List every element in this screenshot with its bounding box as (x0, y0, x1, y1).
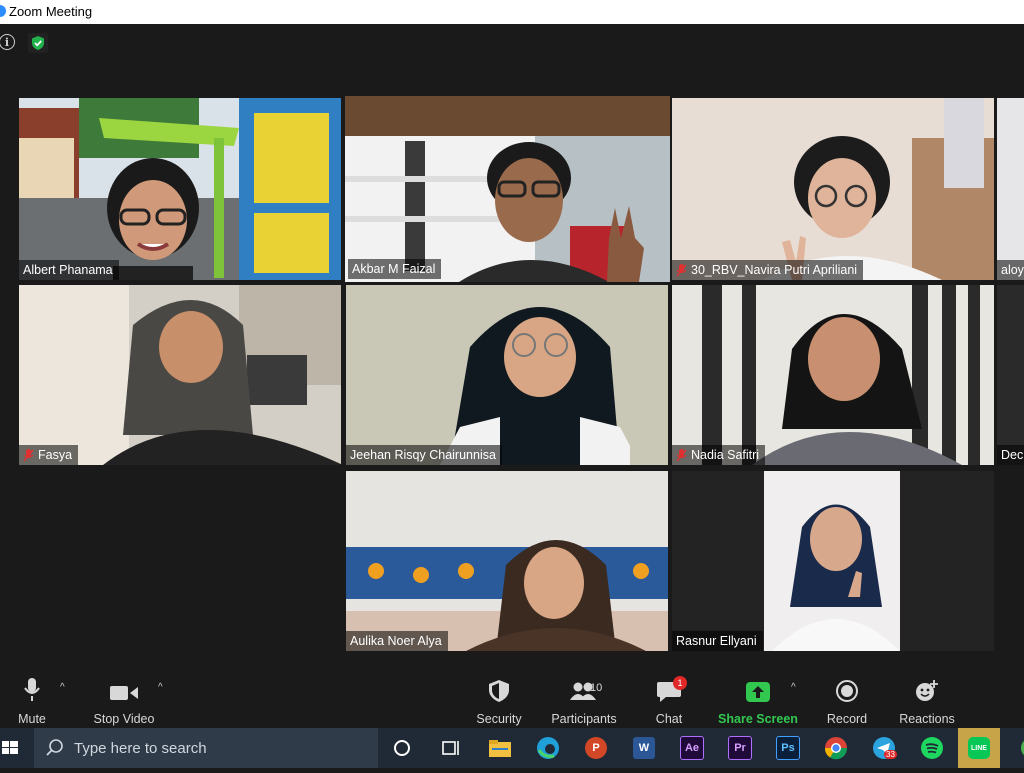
windows-start-button[interactable] (0, 728, 30, 768)
participant-video (466, 525, 646, 651)
participants-icon (544, 678, 624, 702)
participants-count: 10 (590, 682, 603, 694)
participant-name-tag: Aulika Noer Alya (346, 631, 448, 651)
participant-name-tag: aloy (997, 260, 1024, 280)
shield-check-icon[interactable] (28, 33, 48, 53)
stop-video-button[interactable]: Stop Video (84, 678, 164, 726)
line-messenger-icon[interactable]: LINE (965, 734, 993, 762)
share-screen-button[interactable]: Share Screen (718, 678, 798, 726)
spotify-icon[interactable] (918, 734, 946, 762)
participant-name-tag: Rasnur Ellyani (672, 631, 763, 651)
participant-video (439, 138, 669, 282)
participant-name: Aulika Noer Alya (350, 634, 442, 648)
video-camera-icon (84, 678, 164, 702)
search-icon (46, 739, 63, 756)
edge-browser-icon[interactable] (534, 734, 562, 762)
video-tile[interactable]: Albert Phanama (19, 98, 341, 280)
video-tile[interactable]: 30_RBV_Navira Putri Apriliani (672, 98, 994, 280)
chat-unread-badge: 1 (673, 676, 687, 690)
participants-label: Participants (551, 712, 617, 726)
video-tile[interactable]: Fasya (19, 285, 341, 465)
video-background (997, 98, 1024, 280)
cortana-icon[interactable] (388, 734, 416, 762)
mute-options-chevron-up-icon[interactable]: ^ (60, 682, 65, 693)
participant-video (772, 487, 900, 651)
participant-name: Rasnur Ellyani (676, 634, 757, 648)
participant-video (752, 289, 972, 465)
word-icon[interactable]: W (630, 734, 658, 762)
muted-mic-icon (23, 448, 34, 461)
participant-name-tag: 30_RBV_Navira Putri Apriliani (672, 260, 864, 280)
telegram-icon[interactable]: 33 (870, 734, 898, 762)
security-shield-icon (459, 678, 539, 702)
windows-taskbar: Type here to search P W Ae Pr Ps 33 LINE (0, 728, 1024, 768)
participant-name: Dec (1001, 448, 1024, 462)
security-button[interactable]: Security (459, 678, 539, 726)
window-title: Zoom Meeting (9, 4, 93, 19)
video-tile[interactable]: Dec (997, 285, 1024, 465)
muted-mic-icon (676, 448, 687, 461)
video-tile-active-speaker[interactable]: Akbar M Faizal (345, 96, 670, 282)
participant-name: Akbar M Faizal (352, 262, 436, 276)
share-screen-arrow-up-icon (718, 678, 798, 702)
participant-name-tag: Nadia Safitri (672, 445, 766, 465)
participant-name: Jeehan Risqy Chairunnisa (350, 448, 496, 462)
reactions-label: Reactions (899, 712, 955, 726)
telegram-unread-badge: 33 (884, 750, 897, 759)
share-options-chevron-up-icon[interactable]: ^ (791, 682, 796, 693)
taskbar-search-box[interactable]: Type here to search (34, 728, 378, 768)
chrome-icon[interactable] (822, 734, 850, 762)
video-tile[interactable]: aloy (997, 98, 1024, 280)
photoshop-icon[interactable]: Ps (774, 734, 802, 762)
chat-label: Chat (655, 712, 683, 726)
participant-video (103, 158, 213, 280)
participant-name: 30_RBV_Navira Putri Apriliani (691, 263, 858, 277)
record-icon (807, 678, 887, 702)
reactions-button[interactable]: Reactions (887, 678, 967, 726)
security-label: Security (476, 712, 522, 726)
stop-video-label: Stop Video (93, 712, 155, 726)
participant-name: Albert Phanama (23, 263, 113, 277)
participant-video (430, 287, 640, 465)
participant-name-tag: Fasya (19, 445, 79, 465)
smiley-plus-icon (887, 678, 967, 702)
participant-name-tag: Akbar M Faizal (348, 259, 442, 279)
window-titlebar: Zoom Meeting (0, 0, 1024, 24)
premiere-pro-icon[interactable]: Pr (726, 734, 754, 762)
video-options-chevron-up-icon[interactable]: ^ (158, 682, 163, 693)
file-explorer-icon[interactable] (486, 734, 514, 762)
record-label: Record (826, 712, 868, 726)
participant-name-tag: Albert Phanama (19, 260, 119, 280)
participant-name: Fasya (38, 448, 73, 462)
video-tile[interactable]: Rasnur Ellyani (672, 471, 994, 651)
video-tile[interactable]: Nadia Safitri (672, 285, 994, 465)
powerpoint-icon[interactable]: P (582, 734, 610, 762)
chat-bubble-icon (629, 678, 709, 702)
zoom-logo-icon (0, 5, 6, 17)
search-placeholder: Type here to search (74, 739, 207, 757)
record-button[interactable]: Record (807, 678, 887, 726)
participant-name-tag: Jeehan Risqy Chairunnisa (346, 445, 502, 465)
share-screen-label: Share Screen (718, 712, 798, 726)
after-effects-icon[interactable]: Ae (678, 734, 706, 762)
participant-name: Nadia Safitri (691, 448, 760, 462)
video-tile[interactable]: Aulika Noer Alya (346, 471, 668, 651)
mute-label: Mute (18, 712, 46, 726)
info-icon[interactable]: i (0, 34, 15, 50)
green-app-icon[interactable] (1012, 734, 1024, 762)
video-background (997, 285, 1024, 465)
video-tile[interactable]: Jeehan Risqy Chairunnisa (346, 285, 668, 465)
participants-button[interactable]: 10 Participants (544, 678, 624, 726)
meeting-toolbar: Mute ^ Stop Video ^ Security 10 Particip… (0, 668, 1024, 728)
windows-logo-icon (2, 741, 18, 754)
participant-name: aloy (1001, 263, 1024, 277)
participant-video (103, 285, 341, 465)
participant-video (762, 132, 962, 280)
participant-name-tag: Dec (997, 445, 1024, 465)
task-view-icon[interactable] (436, 734, 464, 762)
chat-button[interactable]: 1 Chat (629, 676, 709, 726)
muted-mic-icon (676, 263, 687, 276)
